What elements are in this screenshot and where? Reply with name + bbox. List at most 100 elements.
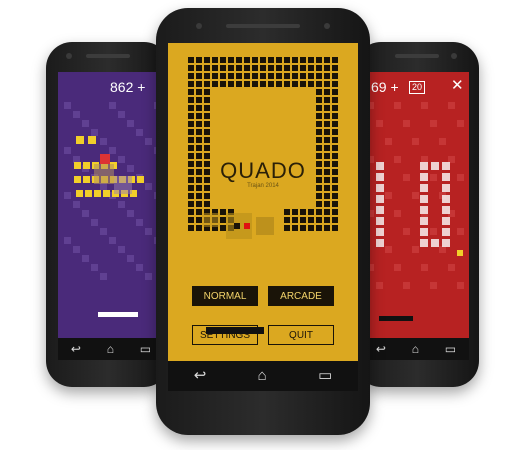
logo-cell: [316, 65, 322, 71]
board-cell: [403, 120, 410, 127]
logo-cell: [324, 121, 330, 127]
right-game-board[interactable]: [363, 72, 469, 338]
logo-cell: [204, 73, 210, 79]
board-cell: [448, 264, 455, 271]
home-icon[interactable]: ⌂: [412, 343, 419, 355]
recents-icon[interactable]: ▭: [445, 343, 456, 355]
speaker-grille: [226, 24, 300, 28]
logo-cell: [324, 137, 330, 143]
board-cell: [127, 210, 134, 217]
white-cell: [376, 173, 384, 181]
quit-button[interactable]: QUIT: [268, 325, 334, 345]
logo-cell: [196, 65, 202, 71]
white-cell: [442, 195, 450, 203]
proximity-sensor: [324, 23, 330, 29]
board-cell: [376, 282, 383, 289]
logo-cell: [260, 73, 266, 79]
logo-cell: [316, 105, 322, 111]
board-cell: [421, 264, 428, 271]
board-cell: [376, 120, 383, 127]
board-cell: [403, 228, 410, 235]
logo-cell: [324, 57, 330, 63]
white-cell: [431, 239, 439, 247]
player-cell: [234, 223, 240, 229]
logo-cell: [332, 201, 338, 207]
logo-cell: [268, 57, 274, 63]
logo-cell: [252, 57, 258, 63]
logo-cell: [228, 57, 234, 63]
left-game-board[interactable]: [58, 72, 164, 338]
logo-cell: [204, 105, 210, 111]
logo-cell: [236, 65, 242, 71]
logo-cell: [196, 217, 202, 223]
yellow-cell: [94, 190, 101, 197]
white-cell: [420, 184, 428, 192]
left-phone: 862 + ↩ ⌂ ▭: [46, 42, 170, 387]
board-cell: [118, 111, 125, 118]
speaker-grille: [86, 54, 130, 58]
home-icon[interactable]: ⌂: [258, 368, 267, 383]
logo-cell: [324, 209, 330, 215]
paddle-bar: [98, 312, 138, 317]
board-cell: [412, 246, 419, 253]
center-nav-bar: ↩ ⌂ ▭: [168, 361, 358, 391]
board-cell: [109, 147, 116, 154]
white-cell: [376, 162, 384, 170]
board-cell: [73, 246, 80, 253]
logo-cell: [204, 193, 210, 199]
logo-cell: [332, 145, 338, 151]
close-icon[interactable]: ✕: [451, 76, 464, 94]
normal-button[interactable]: NORMAL: [192, 286, 258, 306]
logo-cell: [260, 57, 266, 63]
back-icon[interactable]: ↩: [71, 343, 81, 355]
arcade-button[interactable]: ARCADE: [268, 286, 334, 306]
board-cell: [127, 255, 134, 262]
logo-cell: [212, 57, 218, 63]
recents-icon[interactable]: ▭: [318, 368, 332, 383]
logo-cell: [308, 73, 314, 79]
falling-bar-piece: [206, 327, 264, 334]
right-game-screen[interactable]: 69 + 20 ✕: [363, 72, 469, 338]
board-cell: [385, 246, 392, 253]
logo-cell: [188, 137, 194, 143]
logo-cell: [324, 73, 330, 79]
board-cell: [448, 156, 455, 163]
logo-cell: [316, 121, 322, 127]
logo-cell: [204, 201, 210, 207]
logo-cell: [332, 129, 338, 135]
logo-cell: [260, 65, 266, 71]
logo-cell: [332, 81, 338, 87]
white-cell: [420, 239, 428, 247]
logo-cell: [308, 57, 314, 63]
logo-cell: [204, 137, 210, 143]
back-icon[interactable]: ↩: [376, 343, 386, 355]
board-cell: [430, 174, 437, 181]
logo-cell: [292, 217, 298, 223]
logo-cell: [308, 81, 314, 87]
recents-icon[interactable]: ▭: [140, 343, 151, 355]
logo-cell: [220, 65, 226, 71]
board-cell: [64, 237, 71, 244]
logo-cell: [228, 65, 234, 71]
logo-cell: [300, 73, 306, 79]
logo-cell: [228, 73, 234, 79]
logo-cell: [316, 113, 322, 119]
back-icon[interactable]: ↩: [194, 368, 207, 383]
right-phone: 69 + 20 ✕ ↩ ⌂ ▭: [355, 42, 479, 387]
yellow-cell: [74, 162, 81, 169]
logo-cell: [276, 57, 282, 63]
logo-cell: [188, 57, 194, 63]
logo-cell: [188, 73, 194, 79]
logo-cell: [268, 73, 274, 79]
logo-cell: [220, 73, 226, 79]
logo-cell: [332, 97, 338, 103]
speaker-grille: [395, 54, 439, 58]
board-cell: [91, 219, 98, 226]
logo-cell: [252, 81, 258, 87]
home-icon[interactable]: ⌂: [107, 343, 114, 355]
white-cell: [442, 228, 450, 236]
logo-cell: [204, 97, 210, 103]
logo-cell: [292, 209, 298, 215]
logo-cell: [324, 217, 330, 223]
left-game-screen[interactable]: 862 +: [58, 72, 164, 338]
